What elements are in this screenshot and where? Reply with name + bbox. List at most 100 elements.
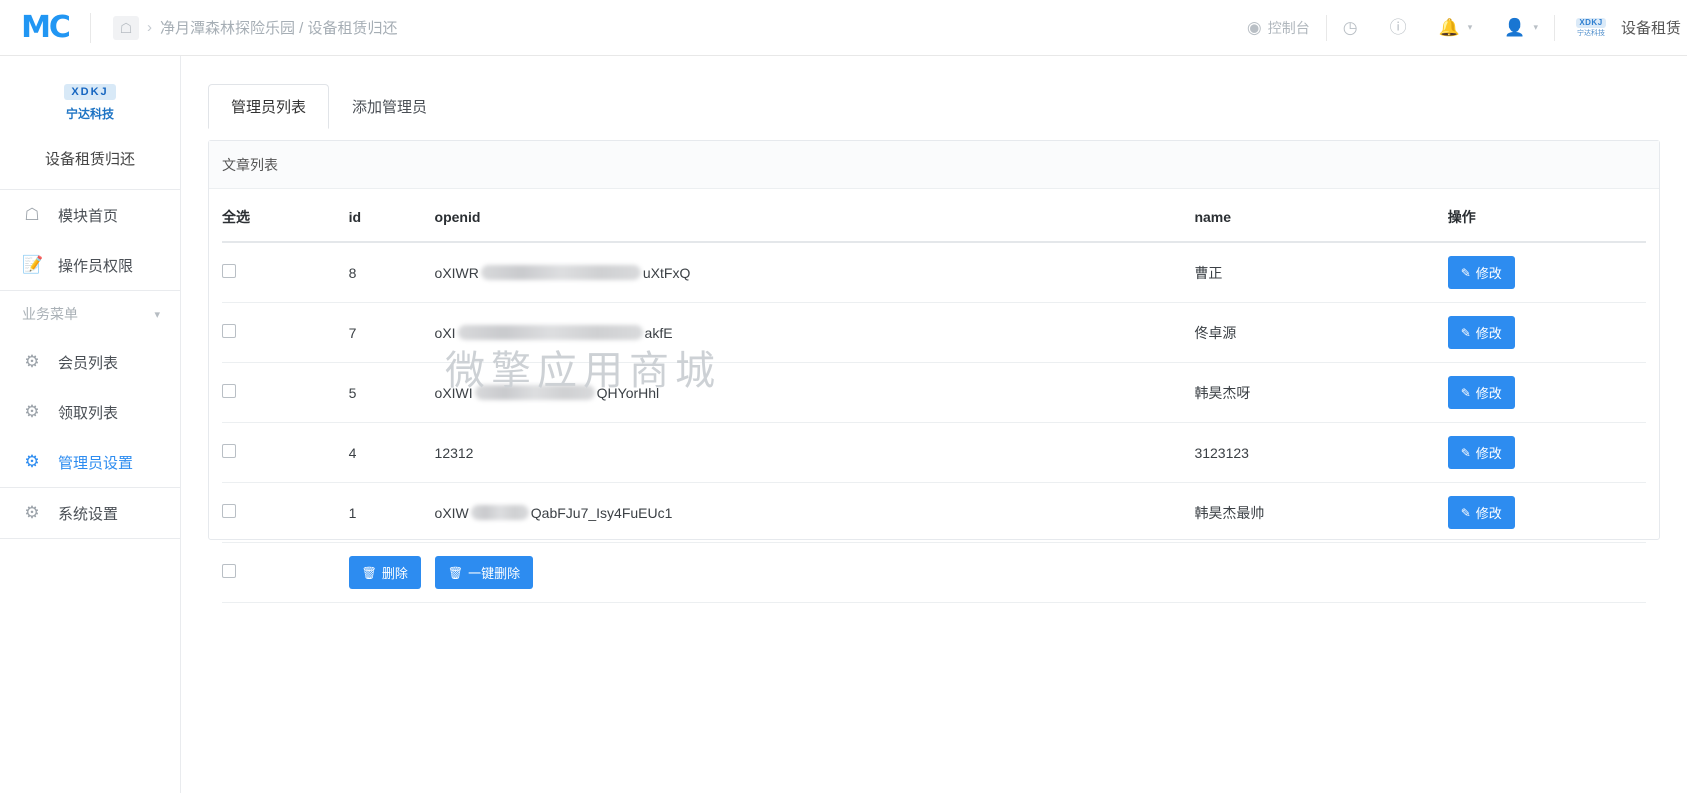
sidebar-title: 设备租赁归还 [44, 151, 135, 168]
row-checkbox[interactable] [222, 264, 236, 278]
help-button[interactable]: ⓘ [1374, 0, 1423, 56]
bell-icon: 🔔 [1438, 18, 1460, 37]
bulk-delete-button[interactable]: 🗑 一键删除 [434, 556, 534, 589]
sidebar-group-label: 业务菜单 [22, 306, 78, 322]
delete-button[interactable]: 🗑 删除 [348, 556, 421, 589]
brand-logo-text: MC [21, 9, 71, 45]
row-checkbox[interactable] [222, 324, 236, 338]
cell-openid: oXIWR uXtFxQ [434, 242, 1195, 303]
openid-prefix: oXI [434, 324, 456, 341]
openid-value: oXIWR uXtFxQ [435, 265, 1195, 281]
redaction-blur [474, 385, 595, 400]
openid-value: oXI akfE [435, 325, 1195, 341]
header-divider [90, 12, 91, 43]
app-brand-badge: XDKJ 宁达科技 [1555, 0, 1621, 56]
footer-actions-cell: 🗑 删除 🗑 一键删除 [348, 542, 1646, 603]
pencil-square-icon: ✎ [1460, 445, 1471, 460]
column-header-openid: openid [434, 189, 1195, 243]
openid-prefix: 12312 [434, 444, 474, 461]
sidebar-item-claim-list[interactable]: ⚙ 领取列表 [0, 387, 180, 437]
column-header-id: id [348, 189, 435, 243]
breadcrumb-separator: › [147, 19, 152, 36]
pencil-square-icon: ✎ [1460, 505, 1471, 520]
breadcrumb-text: 净月潭森林探险乐园 / 设备租赁归还 [160, 20, 398, 37]
column-header-action: 操作 [1447, 189, 1646, 243]
brand-mini-top: XDKJ [1576, 18, 1606, 28]
current-module-name: 设备租赁 [1620, 20, 1681, 37]
pencil-square-icon: ✎ [1460, 325, 1471, 340]
gear-icon: ⚙ [24, 402, 40, 421]
footer-checkbox-cell [222, 542, 349, 603]
sidebar-item-member-list[interactable]: ⚙ 会员列表 [0, 337, 180, 387]
table-row: 5 oXIWI QHYorHhl 韩昊杰呀 ✎ 修改 [222, 362, 1646, 423]
bulk-action-buttons: 🗑 删除 🗑 一键删除 [348, 556, 1646, 589]
cell-action: ✎ 修改 [1447, 482, 1646, 543]
row-checkbox[interactable] [222, 384, 236, 398]
sidebar-item-label: 系统设置 [58, 505, 119, 523]
cell-name: 韩昊杰最帅 [1194, 482, 1448, 543]
cell-id: 5 [348, 362, 435, 423]
row-checkbox[interactable] [222, 504, 236, 518]
cell-name: 韩昊杰呀 [1194, 362, 1448, 423]
home-icon: ☖ [119, 19, 133, 36]
user-menu-button[interactable]: 👤 ▾ [1488, 0, 1554, 56]
table-row: 1 oXIW QabFJu7_Isy4FuEUc1 韩昊杰最帅 ✎ 修改 [222, 482, 1646, 543]
table-container: 全选 id openid name 操作 8 oXIWR uXtFxQ 曹正 ✎… [209, 189, 1659, 603]
row-checkbox-cell [222, 242, 349, 303]
tab-add-admin[interactable]: 添加管理员 [329, 84, 450, 129]
sidebar-item-label: 模块首页 [58, 207, 119, 225]
content-panel: 文章列表 全选 id openid name 操作 8 oXIWR uXtFxQ… [208, 140, 1660, 603]
table-body: 8 oXIWR uXtFxQ 曹正 ✎ 修改 7 oXI akfE 佟卓源 ✎ … [222, 242, 1646, 603]
edit-button[interactable]: ✎ 修改 [1447, 376, 1515, 409]
user-icon: 👤 [1504, 18, 1526, 37]
sidebar-group-business-menu[interactable]: 业务菜单 ▾ [0, 291, 180, 337]
cell-openid: 12312 [434, 422, 1195, 483]
row-checkbox-cell [222, 482, 349, 543]
top-header: MC ☖ › 净月潭森林探险乐园 / 设备租赁归还 ◉ 控制台 ◷ ⓘ 🔔 ▾ … [0, 0, 1687, 56]
gear-icon: ⚙ [24, 503, 40, 522]
table-head: 全选 id openid name 操作 [222, 189, 1646, 243]
chevron-down-icon: ▾ [154, 308, 160, 321]
row-checkbox[interactable] [222, 444, 236, 458]
help-circle-icon: ⓘ [1389, 18, 1407, 37]
openid-suffix: QabFJu7_Isy4FuEUc1 [530, 504, 673, 521]
cell-openid: oXIWI QHYorHhl [434, 362, 1195, 423]
main-content: 管理员列表 添加管理员 文章列表 全选 id openid name 操作 8 … [181, 56, 1687, 793]
console-link[interactable]: ◉ 控制台 [1231, 0, 1326, 56]
edit-button[interactable]: ✎ 修改 [1447, 256, 1515, 289]
brand-logo[interactable]: MC [0, 0, 90, 56]
sidebar-item-operator-permissions[interactable]: 📝 操作员权限 [0, 240, 180, 290]
home-button[interactable]: ☖ [113, 15, 139, 40]
cell-openid: oXI akfE [434, 302, 1195, 363]
tab-admin-list[interactable]: 管理员列表 [208, 84, 330, 129]
panel-title: 文章列表 [209, 141, 1659, 189]
sidebar-item-module-home[interactable]: ☖ 模块首页 [0, 190, 180, 240]
shop-button[interactable]: ◷ [1327, 0, 1374, 56]
console-label: 控制台 [1267, 19, 1310, 36]
openid-value: oXIW QabFJu7_Isy4FuEUc1 [435, 505, 1195, 521]
row-checkbox-cell [222, 422, 349, 483]
sidebar-item-system-settings[interactable]: ⚙ 系统设置 [0, 488, 180, 538]
pencil-square-icon: ✎ [1460, 265, 1471, 280]
redaction-blur [480, 265, 641, 280]
gear-icon: ⚙ [24, 452, 40, 471]
sidebar-item-admin-settings[interactable]: ⚙ 管理员设置 [0, 437, 180, 487]
redaction-blur [457, 325, 643, 340]
app-root: MC ☖ › 净月潭森林探险乐园 / 设备租赁归还 ◉ 控制台 ◷ ⓘ 🔔 ▾ … [0, 0, 1687, 793]
select-all-checkbox[interactable] [222, 564, 236, 578]
sidebar-item-label: 管理员设置 [58, 454, 134, 472]
table-row: 8 oXIWR uXtFxQ 曹正 ✎ 修改 [222, 242, 1646, 303]
edit-button-label: 修改 [1475, 326, 1502, 341]
edit-button-label: 修改 [1475, 386, 1502, 401]
notifications-button[interactable]: 🔔 ▾ [1423, 0, 1489, 56]
bulk-delete-button-label: 一键删除 [468, 566, 521, 581]
pencil-square-icon: ✎ [1460, 385, 1471, 400]
edit-button[interactable]: ✎ 修改 [1447, 496, 1515, 529]
sidebar-item-label: 领取列表 [58, 404, 119, 422]
row-checkbox-cell [222, 302, 349, 363]
edit-button[interactable]: ✎ 修改 [1447, 316, 1515, 349]
table-footer-row: 🗑 删除 🗑 一键删除 [222, 542, 1646, 603]
edit-button[interactable]: ✎ 修改 [1447, 436, 1515, 469]
openid-prefix: oXIWI [434, 384, 473, 401]
tab-bar: 管理员列表 添加管理员 [181, 56, 1687, 129]
